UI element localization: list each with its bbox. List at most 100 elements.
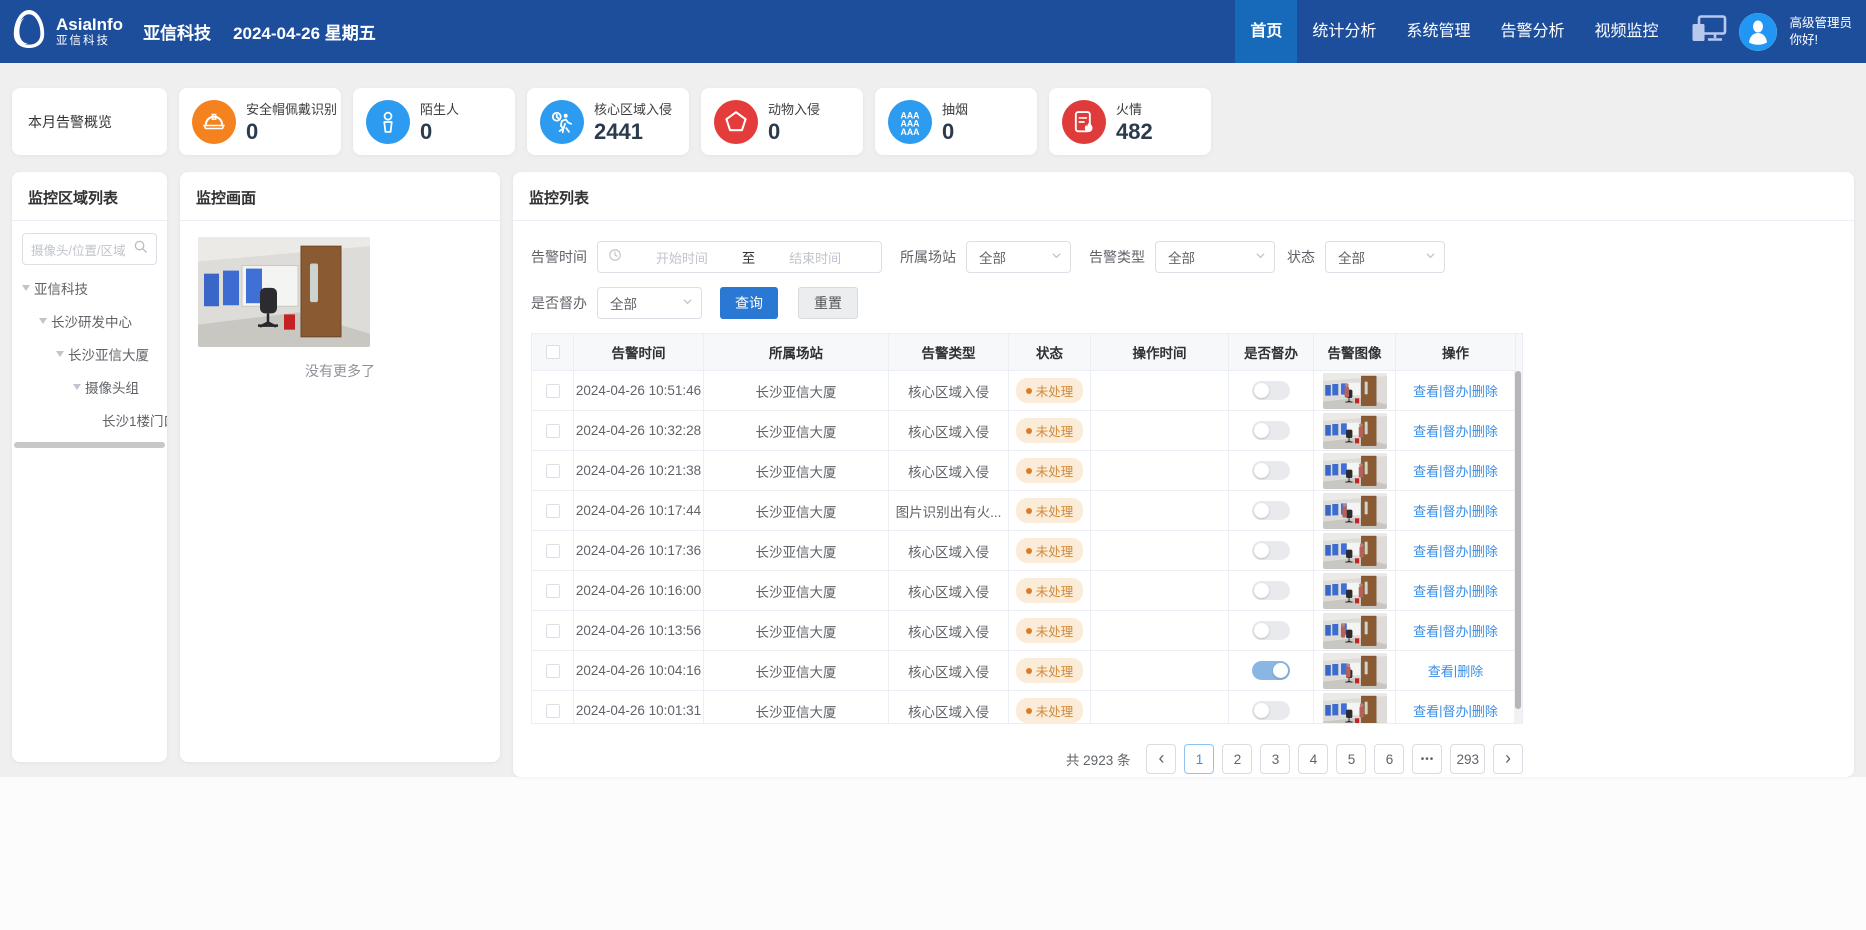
supervise-link[interactable]: 督办 [1442,501,1468,520]
row-checkbox[interactable] [546,464,560,478]
caret-down-icon[interactable] [22,285,30,291]
select-all-checkbox[interactable] [546,345,560,359]
table-vertical-scrollbar[interactable] [1514,371,1522,723]
supervise-toggle[interactable] [1252,661,1290,680]
user-avatar[interactable] [1739,13,1777,51]
caret-down-icon[interactable] [56,351,64,357]
supervise-toggle[interactable] [1252,501,1290,520]
delete-link[interactable]: 删除 [1472,461,1498,480]
nav-item-video[interactable]: 视频监控 [1579,0,1673,63]
row-checkbox[interactable] [546,624,560,638]
view-link[interactable]: 查看 [1413,701,1439,720]
search-icon[interactable] [133,239,148,259]
status-text: 未处理 [1036,621,1074,640]
tree-node[interactable]: 亚信科技 [12,271,167,304]
alarm-image-thumbnail[interactable] [1323,373,1387,409]
row-checkbox[interactable] [546,424,560,438]
nav-item-alarm[interactable]: 告警分析 [1485,0,1579,63]
view-link[interactable]: 查看 [1413,421,1439,440]
caret-down-icon[interactable] [73,384,81,390]
start-time-input[interactable]: 开始时间 [626,248,738,267]
alarm-image-thumbnail[interactable] [1323,653,1387,689]
station-select[interactable]: 全部 [966,241,1071,273]
row-checkbox[interactable] [546,504,560,518]
monitor-screens-icon[interactable] [1691,15,1727,48]
nav-item-system[interactable]: 系统管理 [1391,0,1485,63]
next-page-button[interactable]: › [1493,744,1523,774]
supervise-link[interactable]: 督办 [1442,701,1468,720]
column-header: 是否督办 [1229,334,1314,371]
column-header: 告警时间 [574,334,704,371]
supervise-link[interactable]: 督办 [1442,461,1468,480]
delete-link[interactable]: 删除 [1472,621,1498,640]
alarm-image-thumbnail[interactable] [1323,533,1387,569]
status-dot-icon [1026,668,1032,674]
row-checkbox[interactable] [546,664,560,678]
delete-link[interactable]: 删除 [1472,541,1498,560]
alarm-image-thumbnail[interactable] [1323,453,1387,489]
view-link[interactable]: 查看 [1413,501,1439,520]
view-link[interactable]: 查看 [1413,381,1439,400]
page-button-6[interactable]: 6 [1374,744,1404,774]
table-row: 2024-04-26 10:04:16长沙亚信大厦核心区域入侵未处理查看 | 删… [532,651,1522,691]
supervise-link[interactable]: 督办 [1442,621,1468,640]
page-button-2[interactable]: 2 [1222,744,1252,774]
search-button[interactable]: 查询 [720,287,778,319]
alarm-image-thumbnail[interactable] [1323,693,1387,724]
delete-link[interactable]: 删除 [1472,421,1498,440]
camera-search-input[interactable]: 摄像头/位置/区域 [22,233,157,265]
row-checkbox[interactable] [546,544,560,558]
supervise-toggle[interactable] [1252,461,1290,480]
view-link[interactable]: 查看 [1413,621,1439,640]
supervise-link[interactable]: 督办 [1442,381,1468,400]
tree-node[interactable]: 长沙1楼门口 [12,403,167,436]
tree-node[interactable]: 长沙研发中心 [12,304,167,337]
alarm-image-thumbnail[interactable] [1323,613,1387,649]
reset-button[interactable]: 重置 [798,287,858,319]
tree-node[interactable]: 长沙亚信大厦 [12,337,167,370]
delete-link[interactable]: 删除 [1472,501,1498,520]
alarm-image-thumbnail[interactable] [1323,413,1387,449]
tree-horizontal-scrollbar[interactable] [14,442,165,448]
caret-down-icon[interactable] [39,318,47,324]
nav-item-stats[interactable]: 统计分析 [1297,0,1391,63]
page-button-3[interactable]: 3 [1260,744,1290,774]
supervise-toggle[interactable] [1252,621,1290,640]
supervise-select[interactable]: 全部 [597,287,702,319]
alarm-time-range-input[interactable]: 开始时间 至 结束时间 [597,241,882,273]
view-link[interactable]: 查看 [1413,541,1439,560]
delete-link[interactable]: 删除 [1472,581,1498,600]
more-pages-button[interactable]: ••• [1412,744,1442,774]
row-checkbox[interactable] [546,384,560,398]
prev-page-button[interactable]: ‹ [1146,744,1176,774]
tree-node[interactable]: 摄像头组 [12,370,167,403]
view-link[interactable]: 查看 [1413,461,1439,480]
row-checkbox[interactable] [546,704,560,718]
page-button-5[interactable]: 5 [1336,744,1366,774]
view-link[interactable]: 查看 [1428,661,1454,680]
end-time-input[interactable]: 结束时间 [759,248,871,267]
supervise-link[interactable]: 督办 [1442,421,1468,440]
alarm-image-thumbnail[interactable] [1323,493,1387,529]
status-select[interactable]: 全部 [1325,241,1445,273]
status-badge: 未处理 [1016,458,1084,483]
supervise-link[interactable]: 督办 [1442,541,1468,560]
view-link[interactable]: 查看 [1413,581,1439,600]
alarm-type-select[interactable]: 全部 [1155,241,1275,273]
page-button-293[interactable]: 293 [1450,744,1485,774]
row-checkbox[interactable] [546,584,560,598]
delete-link[interactable]: 删除 [1472,381,1498,400]
nav-item-home[interactable]: 首页 [1235,0,1297,63]
supervise-link[interactable]: 督办 [1442,581,1468,600]
camera-frame-thumbnail[interactable] [198,237,370,347]
supervise-toggle[interactable] [1252,381,1290,400]
supervise-toggle[interactable] [1252,701,1290,720]
supervise-toggle[interactable] [1252,421,1290,440]
alarm-image-thumbnail[interactable] [1323,573,1387,609]
supervise-toggle[interactable] [1252,581,1290,600]
delete-link[interactable]: 删除 [1457,661,1483,680]
delete-link[interactable]: 删除 [1472,701,1498,720]
page-button-4[interactable]: 4 [1298,744,1328,774]
supervise-toggle[interactable] [1252,541,1290,560]
page-button-1[interactable]: 1 [1184,744,1214,774]
